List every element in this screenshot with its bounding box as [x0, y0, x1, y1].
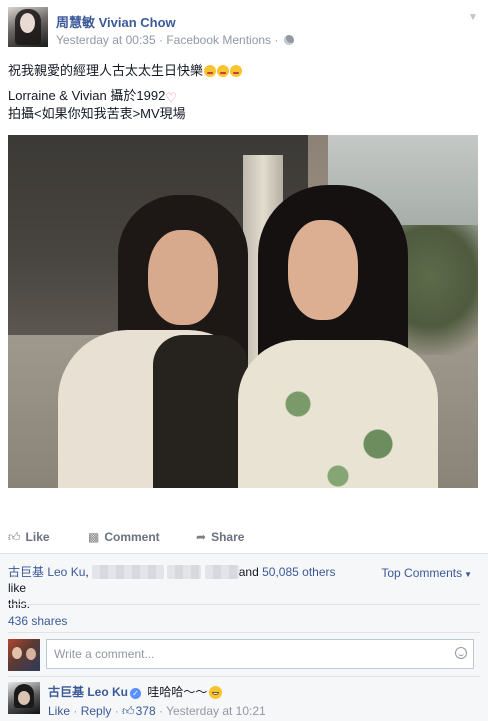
- post-text: 祝我親愛的經理人古太太生日快樂 Lorraine & Vivian 攝於1992…: [8, 62, 478, 123]
- dot-separator: ·: [155, 704, 167, 718]
- comment-icon: ▩: [88, 530, 100, 544]
- post-line-2-text: Lorraine & Vivian 攝於1992: [8, 88, 166, 103]
- like-button[interactable]: 👍︎ Like: [8, 530, 50, 545]
- verified-badge-icon: ✓: [130, 688, 141, 699]
- photo-person-left-face: [148, 230, 218, 325]
- redacted-name: [204, 565, 239, 579]
- kiss-emoji-icon: [204, 65, 217, 77]
- feedback-section: 古巨基 Leo Ku, and 50,085 others like this.…: [0, 553, 488, 721]
- likes-and: and: [238, 565, 259, 579]
- photo-person-right-dress: [238, 340, 438, 488]
- others-link[interactable]: 50,085 others: [262, 565, 335, 579]
- post-photo[interactable]: [8, 135, 478, 488]
- liker-link[interactable]: 古巨基 Leo Ku: [8, 565, 85, 579]
- top-comments-dropdown[interactable]: Top Comments ▼: [381, 566, 472, 580]
- commenter-avatar[interactable]: [8, 682, 40, 714]
- avatar-face: [12, 647, 22, 659]
- likes-comma: ,: [85, 565, 89, 579]
- post-header: 周慧敏 Vivian Chow Yesterday at 00:35 · Fac…: [8, 7, 480, 51]
- redacted-name: [92, 565, 165, 579]
- divider: [8, 604, 480, 605]
- comment-label: Comment: [104, 530, 160, 544]
- post-line-1: 祝我親愛的經理人古太太生日快樂: [8, 62, 478, 80]
- comment-actions: Like · Reply · 👍︎378 · Yesterday at 10:2…: [48, 704, 266, 719]
- thumbs-up-icon: 👍︎: [122, 704, 135, 718]
- facebook-post: 周慧敏 Vivian Chow Yesterday at 00:35 · Fac…: [0, 0, 488, 721]
- redacted-name: [167, 565, 202, 579]
- photo-person-right-face: [288, 220, 358, 320]
- post-source[interactable]: Facebook Mentions: [166, 33, 271, 47]
- viewer-avatar: [8, 639, 40, 671]
- post-actions: 👍︎ Like ▩ Comment ➦ Share: [8, 528, 480, 548]
- avatar-face: [26, 648, 36, 660]
- chevron-down-icon[interactable]: ▼: [466, 11, 480, 25]
- comment-button[interactable]: ▩ Comment: [88, 530, 160, 544]
- post-meta: Yesterday at 00:35 · Facebook Mentions ·: [56, 33, 294, 47]
- kiss-emoji-icon: [217, 65, 230, 77]
- post-line-2: Lorraine & Vivian 攝於1992♡: [8, 87, 478, 105]
- grin-emoji-icon: [209, 686, 223, 699]
- author-avatar[interactable]: [8, 7, 48, 47]
- emoji-smile-icon[interactable]: [455, 647, 467, 659]
- likes-suffix: like: [8, 581, 27, 595]
- post-line-3: 拍攝<如果你知我苦衷>MV現場: [8, 106, 186, 121]
- comment-input[interactable]: [46, 639, 474, 669]
- comment-body: 古巨基 Leo Ku ✓ 哇哈哈～～: [48, 683, 223, 700]
- share-label: Share: [211, 530, 245, 544]
- comment-reply-link[interactable]: Reply: [81, 704, 112, 718]
- author-name[interactable]: 周慧敏 Vivian Chow: [56, 12, 176, 31]
- sparkling-heart-icon: ♡: [165, 90, 177, 105]
- post-timestamp[interactable]: Yesterday at 00:35: [56, 33, 156, 47]
- shares-link[interactable]: 436 shares: [8, 614, 67, 628]
- avatar-face: [18, 691, 30, 705]
- like-label: Like: [25, 530, 50, 544]
- dot-separator: ·: [111, 704, 123, 718]
- comment-time[interactable]: Yesterday at 10:21: [166, 704, 266, 718]
- share-button[interactable]: ➦ Share: [196, 530, 244, 544]
- divider: [8, 676, 480, 677]
- comment-like-count[interactable]: 378: [136, 704, 156, 718]
- kiss-emoji-icon: [230, 65, 243, 77]
- meta-separator-2: ·: [271, 33, 282, 47]
- dot-separator: ·: [70, 704, 81, 718]
- comment-text: 哇哈哈～～: [147, 685, 208, 699]
- commenter-name[interactable]: 古巨基 Leo Ku: [48, 685, 128, 699]
- comment-like-link[interactable]: Like: [48, 704, 70, 718]
- thumbs-up-icon: 👍︎: [8, 530, 21, 544]
- caret-down-icon: ▼: [464, 570, 472, 579]
- photo-person-left-vest: [153, 335, 248, 488]
- divider: [8, 632, 480, 633]
- share-arrow-icon: ➦: [196, 530, 207, 544]
- globe-icon[interactable]: [283, 35, 294, 45]
- meta-separator: ·: [155, 33, 167, 47]
- post-line-1-text: 祝我親愛的經理人古太太生日快樂: [8, 63, 204, 78]
- top-comments-label: Top Comments: [381, 566, 463, 580]
- avatar-face: [20, 13, 35, 33]
